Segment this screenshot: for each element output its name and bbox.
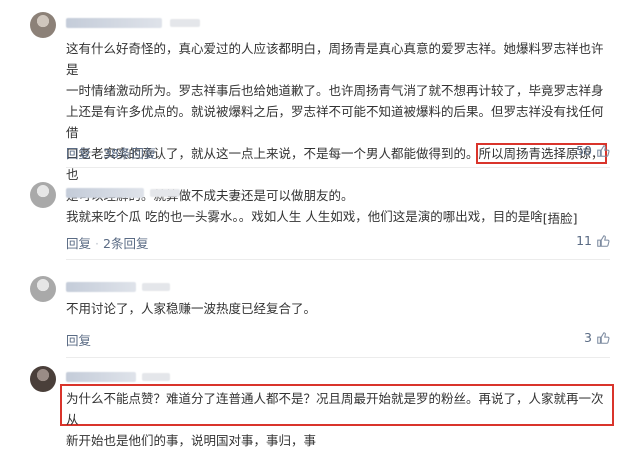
comment-meta <box>142 373 170 381</box>
comment-meta <box>150 189 180 197</box>
comment-meta <box>170 19 200 27</box>
comment-line: 我就来吃个瓜 吃的也一头雾水。。戏如人生 人生如戏，他们这是演的哪出戏，目的是啥… <box>66 206 611 229</box>
comment-text: 我就来吃个瓜 吃的也一头雾水。。戏如人生 人生如戏，他们这是演的哪出戏，目的是啥… <box>66 206 611 229</box>
separator: · <box>95 146 99 161</box>
avatar[interactable] <box>30 12 56 38</box>
emoji-facepalm: [捂脸] <box>542 211 578 226</box>
avatar[interactable] <box>30 366 56 392</box>
comment-actions: 回复 <box>66 330 91 349</box>
username[interactable] <box>66 18 162 28</box>
comment-line: 上还是有许多优点的。就说被爆料之后，罗志祥不可能不知道被爆料的后果。但罗志祥没有… <box>66 104 604 140</box>
comment-line: 为什么不能点赞？难道分了连普通人都不是？况且周最开始就是罗的粉丝。再说了，人家就… <box>66 391 604 427</box>
comment-actions: 回复 · 2条回复 <box>66 233 148 252</box>
like-button[interactable]: 11 <box>576 233 610 248</box>
comment-line: 不用讨论了，人家稳赚一波热度已经复合了。 <box>66 301 317 316</box>
like-count: 11 <box>576 233 592 248</box>
comment-line-text: 我就来吃个瓜 吃的也一头雾水。。戏如人生 人生如戏，他们这是演的哪出戏，目的是啥 <box>66 209 543 224</box>
comment-text: 为什么不能点赞？难道分了连普通人都不是？况且周最开始就是罗的粉丝。再说了，人家就… <box>66 388 611 451</box>
avatar[interactable] <box>30 182 56 208</box>
reply-button[interactable]: 回复 <box>66 333 91 348</box>
like-count: 3 <box>584 330 592 345</box>
comment-line: 一时情绪激动所为。罗志祥事后也给她道歉了。也许周扬青气消了就不想再计较了，毕竟罗… <box>66 83 604 98</box>
username[interactable] <box>66 188 144 198</box>
thumb-up-icon <box>597 331 610 344</box>
comment-item: 不用讨论了，人家稳赚一波热度已经复合了。 回复 3 <box>0 260 640 358</box>
reply-button[interactable]: 回复 <box>66 236 91 251</box>
thumb-up-icon <box>597 234 610 247</box>
comment-line: 新开始也是他们的事，说明国对事，事归，事 <box>66 433 317 448</box>
view-replies-button[interactable]: 38条回复 <box>103 146 156 161</box>
comment-item: 为什么不能点赞？难道分了连普通人都不是？况且周最开始就是罗的粉丝。再说了，人家就… <box>0 358 640 448</box>
like-button[interactable]: 3 <box>584 330 610 345</box>
comment-actions: 回复 · 38条回复 <box>66 143 156 162</box>
username[interactable] <box>66 282 136 292</box>
username[interactable] <box>66 372 136 382</box>
reply-button[interactable]: 回复 <box>66 146 91 161</box>
like-count: 50 <box>576 143 592 158</box>
separator: · <box>95 236 99 251</box>
thumb-up-icon <box>597 144 610 157</box>
comment-line: 这有什么好奇怪的，真心爱过的人应该都明白，周扬青是真心真意的爱罗志祥。她爆料罗志… <box>66 41 604 77</box>
comment-text: 不用讨论了，人家稳赚一波热度已经复合了。 <box>66 298 611 319</box>
view-replies-button[interactable]: 2条回复 <box>103 236 148 251</box>
comment-item: 我就来吃个瓜 吃的也一头雾水。。戏如人生 人生如戏，他们这是演的哪出戏，目的是啥… <box>0 168 640 260</box>
avatar[interactable] <box>30 276 56 302</box>
like-button[interactable]: 50 <box>576 143 610 158</box>
comment-meta <box>142 283 170 291</box>
comment-item: 这有什么好奇怪的，真心爱过的人应该都明白，周扬青是真心真意的爱罗志祥。她爆料罗志… <box>0 0 640 203</box>
